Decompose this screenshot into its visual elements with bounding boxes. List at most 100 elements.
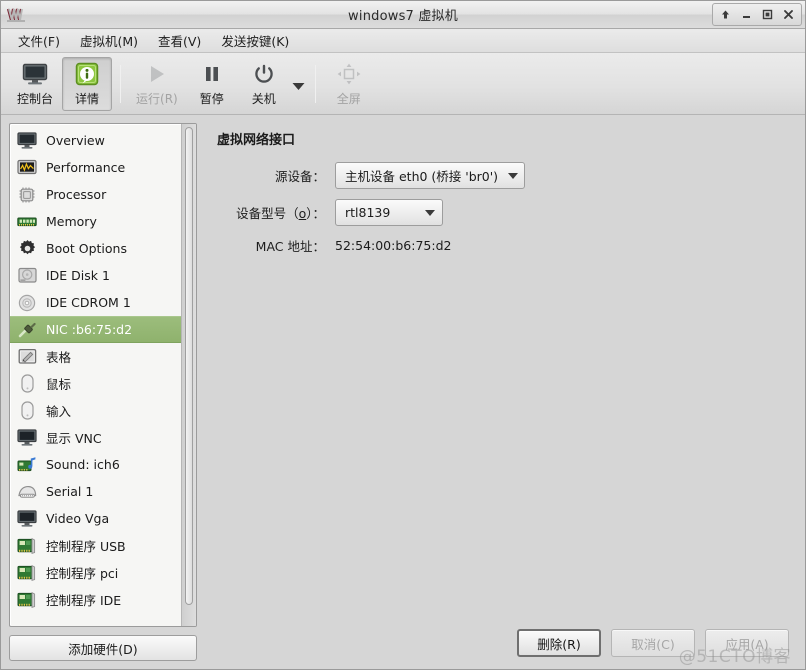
remove-button-label: 删除(R): [537, 636, 581, 652]
detail-pane: 虚拟网络接口 源设备： 主机设备 eth0 (桥接 'br0') 设备型号（o）…: [205, 123, 797, 669]
sidebar-item-processor[interactable]: Processor: [10, 181, 181, 208]
virtual-network-interface-panel: 虚拟网络接口 源设备： 主机设备 eth0 (桥接 'br0') 设备型号（o）…: [209, 123, 797, 623]
source-device-row: 源设备： 主机设备 eth0 (桥接 'br0'): [217, 162, 787, 189]
hardware-list-scrollbar[interactable]: [181, 124, 196, 626]
sidebar-item-label: 显示 VNC: [46, 431, 102, 446]
hardware-list-frame: Overview Performance Processor Memory Bo…: [9, 123, 197, 627]
sidebar-item-boot-options[interactable]: Boot Options: [10, 235, 181, 262]
device-model-dropdown[interactable]: rtl8139: [335, 199, 443, 226]
sidebar-item-ide-disk-1[interactable]: IDE Disk 1: [10, 262, 181, 289]
toolbar-separator-2: [314, 64, 316, 103]
sidebar-item-label: Performance: [46, 160, 126, 175]
sidebar-item-overview[interactable]: Overview: [10, 127, 181, 154]
sidebar-item-label: 控制程序 pci: [46, 566, 119, 581]
vm-logo-icon: [6, 6, 28, 24]
remove-button[interactable]: 删除(R): [517, 629, 601, 657]
monitor-icon: [22, 61, 48, 87]
fullscreen-button-label: 全屏: [336, 92, 361, 106]
play-icon: [146, 61, 168, 87]
fullscreen-icon: [337, 61, 361, 87]
controller-card-icon: [16, 590, 38, 610]
mouse-icon: [16, 374, 38, 394]
menu-bar: 文件(F) 虚拟机(M) 查看(V) 发送按键(K): [1, 29, 805, 53]
mac-address-label: MAC 地址：: [255, 239, 325, 254]
sidebar-item-nic[interactable]: NIC :b6:75:d2: [10, 316, 181, 343]
sidebar-item-controller-usb[interactable]: 控制程序 USB: [10, 532, 181, 559]
toolbar: 控制台 详情 运行(R) 暂停 关机 全屏: [1, 53, 805, 115]
close-button[interactable]: [778, 5, 799, 24]
source-device-dropdown[interactable]: 主机设备 eth0 (桥接 'br0'): [335, 162, 525, 189]
menu-item-view[interactable]: 查看(V): [149, 28, 210, 53]
sidebar-item-controller-ide[interactable]: 控制程序 IDE: [10, 586, 181, 613]
sidebar-item-label: Sound: ich6: [46, 457, 120, 472]
page-title: 虚拟网络接口: [217, 133, 296, 148]
apply-button[interactable]: 应用(A): [705, 629, 789, 657]
sidebar-item-serial-1[interactable]: Serial 1: [10, 478, 181, 505]
run-button-label: 运行(R): [136, 92, 178, 106]
run-button[interactable]: 运行(R): [129, 57, 185, 111]
monitor-icon: [16, 509, 38, 529]
fullscreen-button[interactable]: 全屏: [324, 57, 374, 111]
sidebar-item-label: 控制程序 USB: [46, 539, 126, 554]
device-model-label: 设备型号（o）：: [236, 206, 325, 221]
device-model-value: rtl8139: [345, 205, 391, 220]
sidebar-item-sound[interactable]: Sound: ich6: [10, 451, 181, 478]
add-hardware-button[interactable]: 添加硬件(D): [9, 635, 197, 661]
console-button[interactable]: 控制台: [10, 57, 60, 111]
menu-item-virtual-machine[interactable]: 虚拟机(M): [71, 28, 147, 53]
memory-module-icon: [16, 212, 38, 232]
details-button[interactable]: 详情: [62, 56, 113, 111]
sidebar-item-label: Processor: [46, 187, 107, 202]
details-button-label: 详情: [75, 92, 100, 106]
source-device-value: 主机设备 eth0 (桥接 'br0'): [345, 169, 499, 184]
sidebar-item-memory[interactable]: Memory: [10, 208, 181, 235]
window-controls: [712, 3, 802, 26]
window-body: Overview Performance Processor Memory Bo…: [1, 115, 805, 669]
vm-details-window: windows7 虚拟机 文件(F) 虚拟机(M) 查看(V) 发送按键(K): [0, 0, 806, 670]
performance-graph-icon: [16, 158, 38, 178]
maximize-button[interactable]: [757, 5, 778, 24]
sidebar-item-label: Boot Options: [46, 241, 127, 256]
device-model-row: 设备型号（o）： rtl8139: [217, 199, 787, 226]
sidebar-item-performance[interactable]: Performance: [10, 154, 181, 181]
cancel-button[interactable]: 取消(C): [611, 629, 695, 657]
pause-button[interactable]: 暂停: [187, 57, 237, 111]
title-bar: windows7 虚拟机: [1, 1, 805, 29]
sidebar-item-label: Memory: [46, 214, 97, 229]
gear-icon: [16, 239, 38, 259]
sidebar-item-tablet[interactable]: 表格: [10, 343, 181, 370]
source-device-label: 源设备：: [274, 169, 325, 184]
menu-item-send-key[interactable]: 发送按键(K): [212, 28, 298, 53]
sidebar-item-controller-pci[interactable]: 控制程序 pci: [10, 559, 181, 586]
tablet-pen-icon: [16, 347, 38, 367]
hard-disk-icon: [16, 266, 38, 286]
scrollbar-thumb[interactable]: [185, 127, 193, 605]
sound-card-icon: [16, 455, 38, 475]
minimize-button[interactable]: [736, 5, 757, 24]
sidebar-item-label: IDE CDROM 1: [46, 295, 131, 310]
sidebar-item-input[interactable]: 输入: [10, 397, 181, 424]
window-title: windows7 虚拟机: [348, 9, 458, 24]
dialog-action-bar: 删除(R) 取消(C) 应用(A) @51CTO博客: [209, 623, 797, 669]
chevron-down-icon: [508, 172, 519, 179]
power-icon: [253, 61, 275, 87]
mac-address-row: MAC 地址： 52:54:00:b6:75:d2: [217, 236, 787, 255]
menu-item-file[interactable]: 文件(F): [9, 28, 69, 53]
sidebar-item-mouse[interactable]: 鼠标: [10, 370, 181, 397]
apply-button-label: 应用(A): [725, 636, 769, 652]
shutdown-button[interactable]: 关机: [239, 57, 289, 111]
sidebar-item-label: 控制程序 IDE: [46, 593, 122, 608]
sidebar-item-display-vnc[interactable]: 显示 VNC: [10, 424, 181, 451]
pause-icon: [201, 61, 223, 87]
sidebar-item-video-vga[interactable]: Video Vga: [10, 505, 181, 532]
sidebar-item-label: Serial 1: [46, 484, 94, 499]
shutdown-button-label: 关机: [251, 92, 276, 106]
hardware-list[interactable]: Overview Performance Processor Memory Bo…: [10, 124, 181, 626]
shade-button[interactable]: [715, 5, 736, 24]
chevron-down-icon: [425, 209, 435, 216]
shutdown-dropdown-arrow[interactable]: [290, 57, 308, 111]
monitor-icon: [16, 428, 38, 448]
controller-card-icon: [16, 536, 38, 556]
sidebar-item-ide-cdrom-1[interactable]: IDE CDROM 1: [10, 289, 181, 316]
controller-card-icon: [16, 563, 38, 583]
